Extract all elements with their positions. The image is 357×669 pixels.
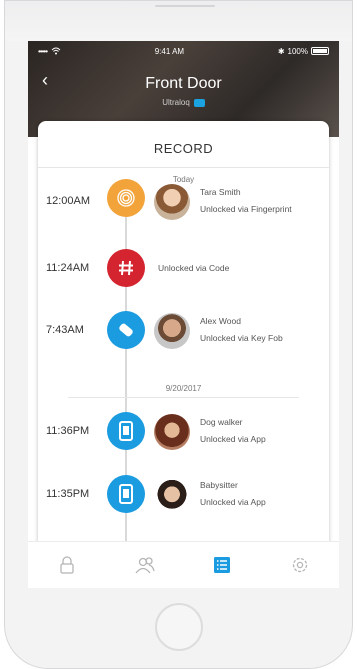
record-title: RECORD [153,141,214,156]
home-button[interactable] [155,603,203,651]
status-bar: ••••• 9:41 AM ✱ 100% [28,41,339,61]
title-divider [38,167,329,168]
wifi-icon [51,47,61,55]
hash-code-icon [107,249,145,287]
unlock-method: Unlocked via Key Fob [200,333,283,343]
avatar [154,477,190,513]
fingerprint-icon [107,179,145,217]
user-name: Babysitter [200,480,238,490]
status-time: 9:41 AM [154,46,185,56]
phone-screen: ••••• 9:41 AM ✱ 100% ‹ Front Door Ultral… [28,41,339,588]
phone-bezel-top [5,1,352,41]
entry-time: 7:43AM [46,324,84,336]
date-label: 9/20/2017 [165,384,202,393]
page-title: Front Door [145,75,222,92]
unlock-method: Unlocked via Code [158,263,230,273]
battery-percent: 100% [287,46,308,56]
date-divider [68,397,299,398]
bottom-nav [28,541,339,588]
list-item[interactable]: 12:00AM Tara Smith Unlocked via Fingerpr… [38,179,329,222]
battery-icon [310,47,329,55]
users-icon[interactable] [128,551,162,579]
user-name: Alex Wood [200,316,241,326]
entry-time: 12:00AM [46,195,91,207]
records-list-icon[interactable] [205,551,239,579]
wifi-bridge-icon [193,98,205,107]
entry-time: 11:36PM [46,425,90,437]
phone-app-icon [107,475,145,513]
avatar [154,313,190,349]
list-item[interactable]: 11:24AM Unlocked via Code [38,249,329,289]
list-item[interactable]: 7:43AM Alex Wood Unlocked via Key Fob [38,311,329,351]
phone-frame: ••••• 9:41 AM ✱ 100% ‹ Front Door Ultral… [4,0,353,669]
settings-gear-icon[interactable] [283,551,317,579]
list-item[interactable]: 11:35PM Babysitter Unlocked via App [38,475,329,515]
speaker-grille [155,5,215,7]
device-subtitle: Ultraloq [28,98,339,107]
lock-icon[interactable] [50,551,84,579]
user-name: Tara Smith [200,187,241,197]
bluetooth-icon: ✱ [277,46,285,56]
unlock-method: Unlocked via App [200,434,266,444]
device-name: Ultraloq [162,98,190,107]
unlock-method: Unlocked via Fingerprint [200,204,292,214]
carrier-signal-dots: ••••• [38,46,48,56]
avatar [154,184,190,220]
record-card: RECORD Today 12:00AM Tara Smith Unlocked… [38,121,329,581]
user-name: Dog walker [200,417,243,427]
unlock-method: Unlocked via App [200,497,266,507]
list-item[interactable]: 11:36PM Dog walker Unlocked via App [38,412,329,452]
entry-time: 11:24AM [46,262,90,274]
key-fob-icon [107,311,145,349]
phone-app-icon [107,412,145,450]
avatar [154,414,190,450]
entry-time: 11:35PM [46,488,90,500]
